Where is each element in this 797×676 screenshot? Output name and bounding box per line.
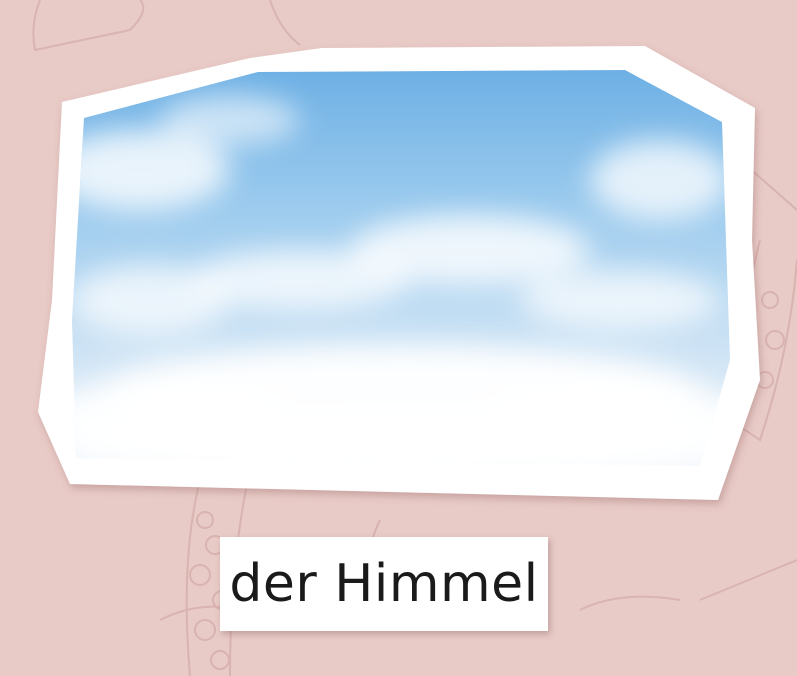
word-label-text: der Himmel	[229, 554, 539, 614]
sky-with-clouds-image	[72, 70, 730, 466]
word-label-card: der Himmel	[220, 537, 548, 631]
